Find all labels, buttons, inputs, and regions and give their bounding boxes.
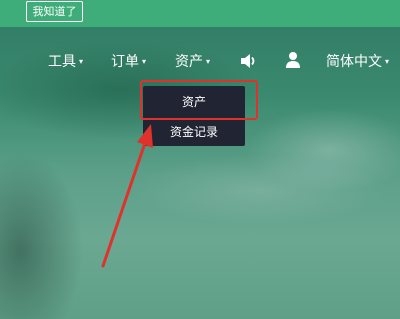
annotation-arrow [101, 124, 153, 268]
